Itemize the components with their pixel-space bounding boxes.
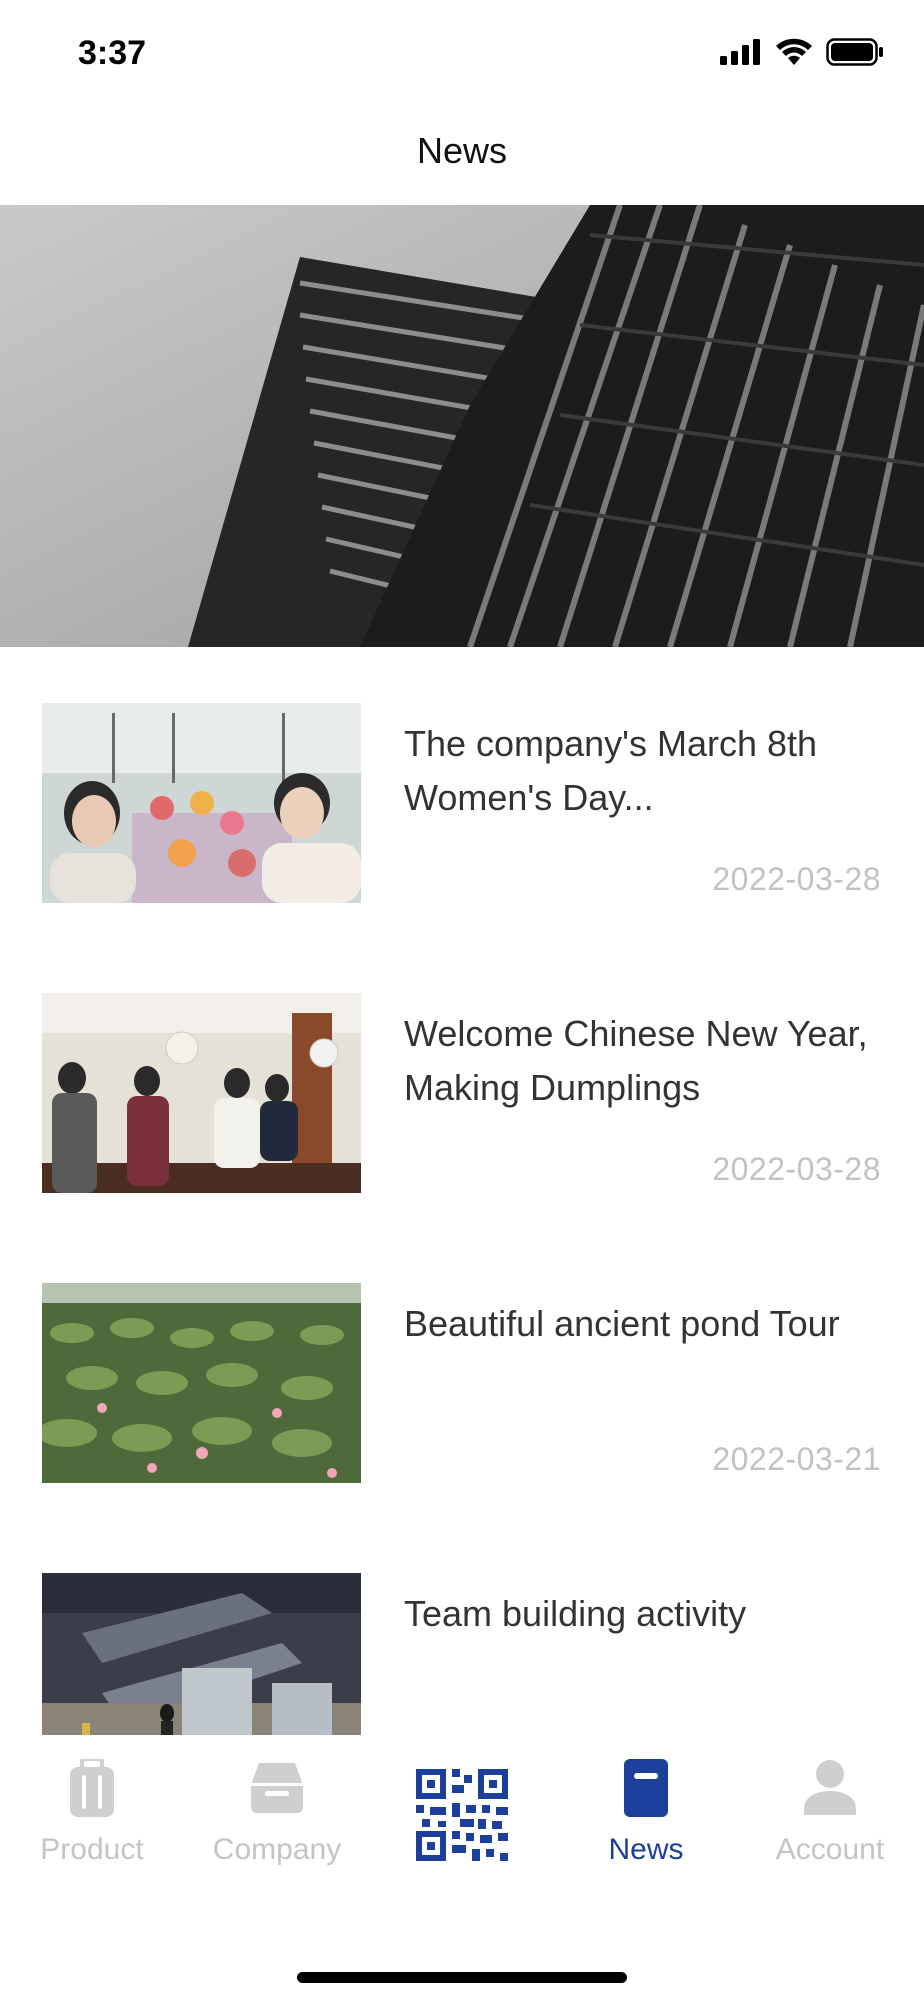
news-thumbnail bbox=[42, 703, 361, 903]
news-title: The company's March 8th Women's Day... bbox=[404, 723, 818, 818]
news-thumbnail bbox=[42, 1573, 361, 1735]
book-icon bbox=[624, 1759, 668, 1817]
tab-product[interactable]: Product bbox=[0, 1735, 184, 1885]
tab-account[interactable]: Account bbox=[738, 1735, 922, 1885]
tab-qr-scan[interactable] bbox=[370, 1735, 554, 1885]
suitcase-icon bbox=[70, 1759, 114, 1817]
news-title: Beautiful ancient pond Tour bbox=[404, 1303, 840, 1344]
tab-label: Product bbox=[40, 1833, 144, 1866]
tab-label: Company bbox=[212, 1833, 342, 1866]
battery-icon bbox=[826, 38, 883, 66]
news-date: 2022-03-28 bbox=[712, 1151, 881, 1187]
news-item[interactable]: Beautiful ancient pond Tour 2022-03-21 bbox=[0, 1283, 924, 1483]
signal-icon bbox=[720, 39, 760, 65]
news-item[interactable]: Welcome Chinese New Year, Making Dumplin… bbox=[0, 993, 924, 1193]
page-title: News bbox=[416, 130, 508, 171]
tab-label: Account bbox=[775, 1833, 885, 1866]
person-icon bbox=[804, 1760, 856, 1815]
news-date: 2022-03-21 bbox=[712, 1441, 881, 1477]
news-list: The company's March 8th Women's Day... 2… bbox=[0, 647, 924, 1735]
status-bar: 3:37 bbox=[0, 0, 924, 110]
news-thumbnail bbox=[42, 1283, 361, 1483]
status-icons bbox=[720, 38, 884, 66]
tab-company[interactable]: Company bbox=[185, 1735, 369, 1885]
news-thumbnail bbox=[42, 993, 361, 1193]
tab-news[interactable]: News bbox=[554, 1735, 738, 1885]
news-item[interactable]: Team building activity bbox=[0, 1573, 924, 1735]
news-date: 2022-03-28 bbox=[712, 861, 881, 897]
home-indicator[interactable] bbox=[297, 1972, 627, 1983]
qr-code-icon bbox=[416, 1769, 508, 1861]
building-photo bbox=[0, 205, 924, 647]
news-item[interactable]: The company's March 8th Women's Day... 2… bbox=[0, 703, 924, 903]
news-title: Team building activity bbox=[404, 1593, 747, 1634]
tab-label: News bbox=[608, 1833, 684, 1866]
wifi-icon bbox=[776, 38, 812, 65]
tab-bar: Product Company News Account bbox=[0, 1735, 924, 2000]
banner-image[interactable] bbox=[0, 205, 924, 647]
status-time: 3:37 bbox=[78, 34, 147, 72]
inbox-icon bbox=[251, 1763, 303, 1813]
news-title: Welcome Chinese New Year, Making Dumplin… bbox=[404, 1013, 868, 1108]
